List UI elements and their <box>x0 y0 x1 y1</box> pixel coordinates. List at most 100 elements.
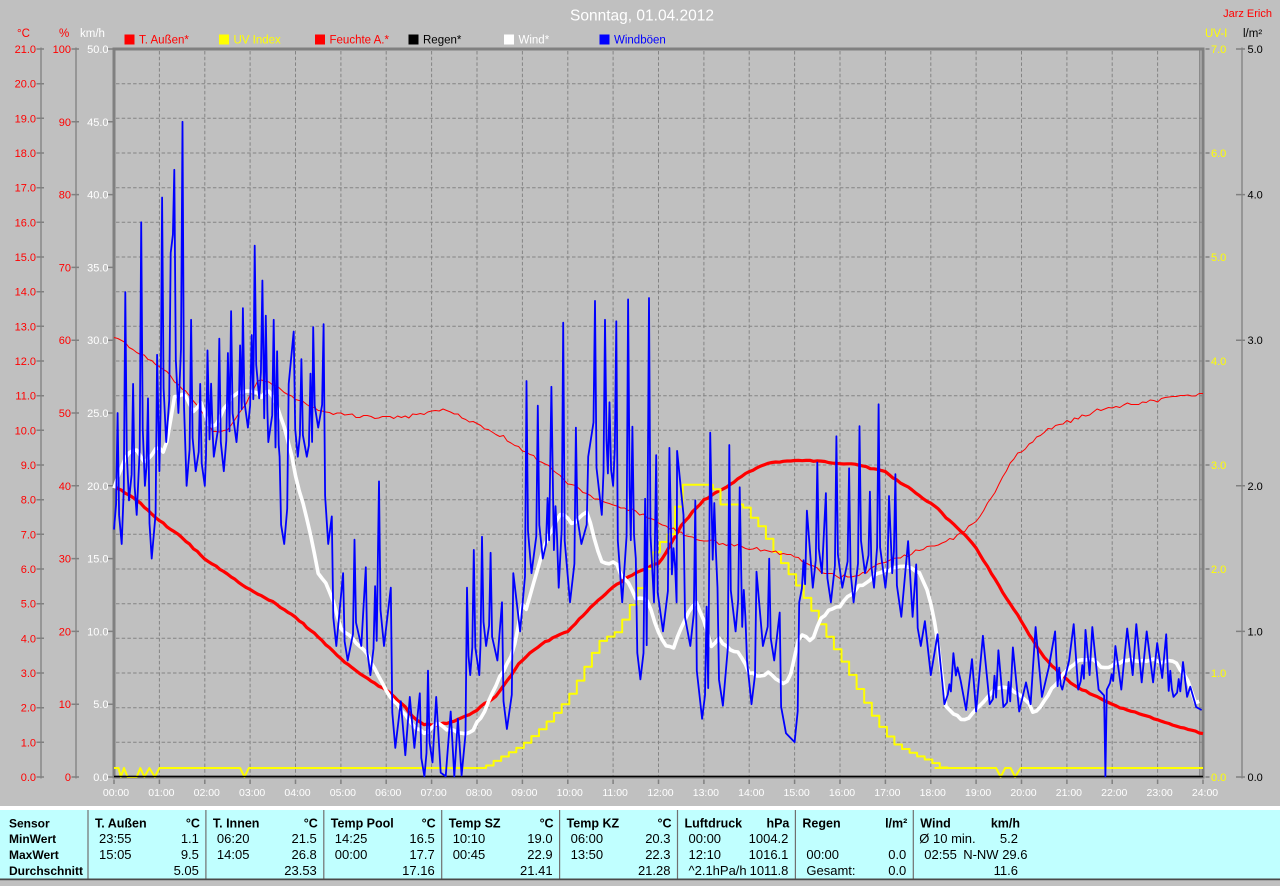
svg-text:06:20: 06:20 <box>217 831 250 846</box>
svg-text:40.0: 40.0 <box>87 190 108 202</box>
svg-text:9.0: 9.0 <box>21 460 36 472</box>
svg-text:00:00: 00:00 <box>689 831 722 846</box>
svg-text:50.0: 50.0 <box>87 44 108 56</box>
svg-text:17.0: 17.0 <box>15 183 36 195</box>
svg-text:1.1: 1.1 <box>181 831 199 846</box>
svg-text:21.41: 21.41 <box>520 863 553 878</box>
svg-text:22.9: 22.9 <box>527 847 552 862</box>
svg-text:30: 30 <box>59 554 71 566</box>
svg-text:15.0: 15.0 <box>15 252 36 264</box>
svg-text:23.53: 23.53 <box>284 863 317 878</box>
svg-text:Ø 10 min.: Ø 10 min. <box>919 831 975 846</box>
svg-text:00:45: 00:45 <box>453 847 486 862</box>
svg-text:4.0: 4.0 <box>21 633 36 645</box>
svg-text:9.5: 9.5 <box>181 847 199 862</box>
svg-text:1.0: 1.0 <box>1248 626 1263 638</box>
svg-text:Temp KZ: Temp KZ <box>567 817 620 831</box>
svg-text:10:10: 10:10 <box>453 831 486 846</box>
svg-text:14.0: 14.0 <box>15 287 36 299</box>
svg-text:1.0: 1.0 <box>21 737 36 749</box>
svg-text:12:10: 12:10 <box>689 847 722 862</box>
svg-text:7.0: 7.0 <box>1211 44 1226 56</box>
svg-text:6.0: 6.0 <box>1211 148 1226 160</box>
svg-text:°C: °C <box>17 28 30 40</box>
svg-text:4.0: 4.0 <box>1211 356 1226 368</box>
svg-text:3.0: 3.0 <box>21 668 36 680</box>
svg-text:km/h: km/h <box>991 817 1020 831</box>
svg-text:^2.1hPa/h: ^2.1hPa/h <box>689 863 747 878</box>
svg-text:°C: °C <box>540 817 554 831</box>
svg-text:06:00: 06:00 <box>571 831 604 846</box>
svg-text:80: 80 <box>59 190 71 202</box>
svg-text:°C: °C <box>186 817 200 831</box>
svg-text:1011.8: 1011.8 <box>750 863 789 878</box>
svg-text:hPa: hPa <box>766 817 790 831</box>
svg-text:04:00: 04:00 <box>284 787 310 799</box>
svg-text:1.0: 1.0 <box>1211 668 1226 680</box>
svg-text:14:25: 14:25 <box>335 831 368 846</box>
svg-text:Regen: Regen <box>802 817 840 831</box>
svg-text:18.0: 18.0 <box>15 148 36 160</box>
svg-text:11.0: 11.0 <box>15 391 36 403</box>
svg-text:2.0: 2.0 <box>21 703 36 715</box>
svg-text:°C: °C <box>304 817 318 831</box>
svg-text:Luftdruck: Luftdruck <box>685 817 743 831</box>
svg-text:5.0: 5.0 <box>1211 252 1226 264</box>
svg-text:UV-I: UV-I <box>1205 28 1227 40</box>
svg-text:Wind: Wind <box>920 817 950 831</box>
svg-text:20: 20 <box>59 626 71 638</box>
svg-text:20:00: 20:00 <box>1010 787 1036 799</box>
svg-text:19.0: 19.0 <box>527 831 552 846</box>
svg-text:17:00: 17:00 <box>874 787 900 799</box>
svg-text:21.0: 21.0 <box>15 44 36 56</box>
svg-text:14:00: 14:00 <box>738 787 764 799</box>
svg-text:16:00: 16:00 <box>829 787 855 799</box>
svg-text:Jarz Erich: Jarz Erich <box>1223 8 1272 20</box>
svg-text:02:00: 02:00 <box>194 787 220 799</box>
svg-text:4.0: 4.0 <box>1248 190 1263 202</box>
svg-text:16.0: 16.0 <box>15 217 36 229</box>
svg-text:18:00: 18:00 <box>920 787 946 799</box>
svg-text:00:00: 00:00 <box>103 787 129 799</box>
svg-text:5.0: 5.0 <box>1248 44 1263 56</box>
svg-text:40: 40 <box>59 481 71 493</box>
svg-text:23:55: 23:55 <box>99 831 132 846</box>
svg-text:8.0: 8.0 <box>21 495 36 507</box>
svg-text:0: 0 <box>65 772 71 784</box>
svg-text:09:00: 09:00 <box>511 787 537 799</box>
svg-text:°C: °C <box>422 817 436 831</box>
svg-text:00:00: 00:00 <box>806 847 839 862</box>
svg-text:Temp Pool: Temp Pool <box>331 817 394 831</box>
svg-text:0.0: 0.0 <box>888 863 906 878</box>
svg-text:20.0: 20.0 <box>87 481 108 493</box>
svg-text:7.0: 7.0 <box>21 529 36 541</box>
svg-text:5.0: 5.0 <box>21 599 36 611</box>
svg-text:11.6: 11.6 <box>994 863 1018 878</box>
svg-text:03:00: 03:00 <box>239 787 265 799</box>
svg-text:10.0: 10.0 <box>15 425 36 437</box>
svg-text:Regen*: Regen* <box>423 35 462 47</box>
svg-text:23:00: 23:00 <box>1146 787 1172 799</box>
svg-text:Temp SZ: Temp SZ <box>449 817 501 831</box>
svg-text:6.0: 6.0 <box>21 564 36 576</box>
svg-text:N-NW 29.6: N-NW 29.6 <box>963 847 1027 862</box>
svg-text:10: 10 <box>59 699 71 711</box>
svg-text:Windböen: Windböen <box>614 35 666 47</box>
svg-text:l/m²: l/m² <box>885 817 907 831</box>
svg-text:3.0: 3.0 <box>1211 460 1226 472</box>
svg-text:24:00: 24:00 <box>1192 787 1218 799</box>
svg-text:26.8: 26.8 <box>291 847 316 862</box>
svg-text:15:05: 15:05 <box>99 847 132 862</box>
svg-text:02:55: 02:55 <box>924 847 957 862</box>
svg-text:05:00: 05:00 <box>330 787 356 799</box>
svg-text:21.28: 21.28 <box>638 863 671 878</box>
svg-text:1016.1: 1016.1 <box>749 847 789 862</box>
svg-text:15:00: 15:00 <box>783 787 809 799</box>
svg-text:11:00: 11:00 <box>602 787 628 799</box>
svg-text:13:50: 13:50 <box>571 847 604 862</box>
svg-text:0.0: 0.0 <box>888 847 906 862</box>
svg-text:10:00: 10:00 <box>557 787 583 799</box>
svg-text:13.0: 13.0 <box>15 321 36 333</box>
svg-text:T. Außen: T. Außen <box>95 817 147 831</box>
svg-text:5.0: 5.0 <box>93 699 108 711</box>
